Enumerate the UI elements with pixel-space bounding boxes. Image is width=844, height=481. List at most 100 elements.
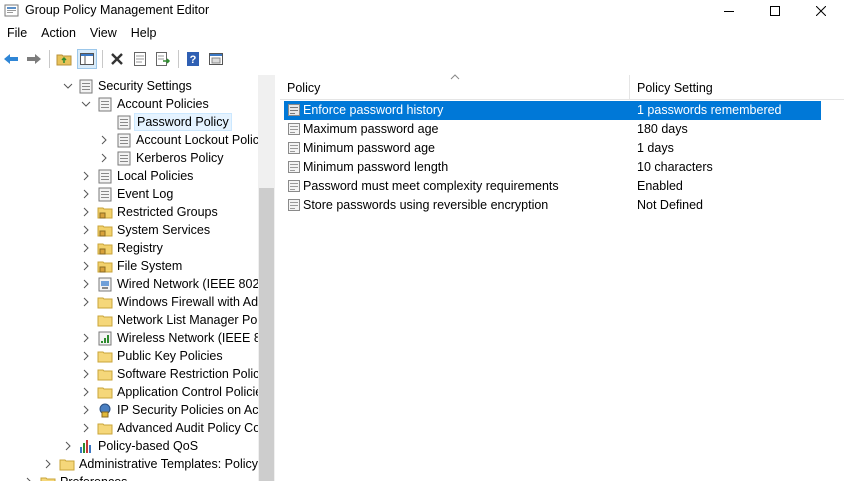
table-row[interactable]: Store passwords using reversible encrypt…	[284, 196, 821, 215]
tree-item-network-list-manager[interactable]: Network List Manager Polic	[0, 311, 258, 329]
tree-item-preferences[interactable]: Preferences	[0, 473, 258, 481]
chevron-right-icon[interactable]	[99, 135, 109, 145]
locked-folder-icon	[97, 243, 113, 255]
tree-item-wireless-network[interactable]: Wireless Network (IEEE 802	[0, 329, 258, 347]
help-icon: ?	[187, 52, 199, 66]
chevron-right-icon[interactable]	[81, 387, 91, 397]
tree-item-password-policy[interactable]: Password Policy	[0, 113, 258, 131]
properties-icon	[134, 52, 146, 66]
policy-setting-icon	[288, 199, 300, 211]
policy-setting-icon	[288, 142, 300, 154]
menu-action[interactable]: Action	[34, 23, 83, 43]
chevron-right-icon[interactable]	[81, 243, 91, 253]
tree-item-event-log[interactable]: Event Log	[0, 185, 258, 203]
properties-button[interactable]	[130, 49, 150, 69]
forward-arrow-icon	[27, 54, 41, 64]
minimize-icon	[724, 11, 734, 12]
tree-item-label: Registry	[117, 241, 163, 255]
chevron-right-icon[interactable]	[81, 351, 91, 361]
back-button[interactable]	[1, 49, 21, 69]
show-hide-tree-button[interactable]	[77, 49, 97, 69]
chevron-down-icon[interactable]	[81, 99, 91, 109]
chevron-right-icon[interactable]	[81, 297, 91, 307]
chevron-right-icon[interactable]	[81, 225, 91, 235]
tree-item-local-policies[interactable]: Local Policies	[0, 167, 258, 185]
chevron-right-icon[interactable]	[81, 189, 91, 199]
forward-button[interactable]	[24, 49, 44, 69]
tree-item-windows-firewall[interactable]: Windows Firewall with Adv	[0, 293, 258, 311]
tree-item-label: Policy-based QoS	[98, 439, 199, 453]
sort-ascending-icon	[450, 74, 460, 80]
chevron-right-icon[interactable]	[81, 261, 91, 271]
tree-item-restricted-groups[interactable]: Restricted Groups	[0, 203, 258, 221]
tree-item-label: Wired Network (IEEE 802.3)	[117, 277, 258, 291]
tree-item-application-control[interactable]: Application Control Policie	[0, 383, 258, 401]
locked-folder-icon	[97, 261, 113, 273]
policy-setting-icon	[288, 161, 300, 173]
chevron-right-icon[interactable]	[81, 171, 91, 181]
console-tree[interactable]: Security Settings Account Policies Passw…	[0, 75, 258, 481]
policy-name: Maximum password age	[303, 122, 439, 136]
table-row[interactable]: Maximum password age 180 days	[284, 120, 821, 139]
chevron-right-icon[interactable]	[99, 153, 109, 163]
menu-view[interactable]: View	[83, 23, 124, 43]
chevron-down-icon[interactable]	[63, 81, 73, 91]
toolbar-separator	[178, 50, 179, 68]
tree-item-system-services[interactable]: System Services	[0, 221, 258, 239]
table-row[interactable]: Minimum password length 10 characters	[284, 158, 821, 177]
chevron-right-icon[interactable]	[81, 207, 91, 217]
tree-item-administrative-templates[interactable]: Administrative Templates: Policy d	[0, 455, 258, 473]
policy-setting-icon	[288, 180, 300, 192]
up-one-level-button[interactable]	[54, 49, 74, 69]
chevron-right-icon[interactable]	[63, 441, 73, 451]
tree-item-registry[interactable]: Registry	[0, 239, 258, 257]
chevron-right-icon[interactable]	[81, 405, 91, 415]
chevron-right-icon[interactable]	[81, 369, 91, 379]
policy-book-icon	[98, 187, 112, 202]
policy-setting-icon	[288, 123, 300, 135]
tree-item-advanced-audit[interactable]: Advanced Audit Policy Cor	[0, 419, 258, 437]
tree-item-public-key-policies[interactable]: Public Key Policies	[0, 347, 258, 365]
tree-item-ip-security[interactable]: IP Security Policies on Acti	[0, 401, 258, 419]
tree-item-wired-network[interactable]: Wired Network (IEEE 802.3)	[0, 275, 258, 293]
tree-item-software-restriction[interactable]: Software Restriction Policie	[0, 365, 258, 383]
chevron-right-icon[interactable]	[24, 477, 34, 481]
toolbar-separator	[102, 50, 103, 68]
chevron-right-icon[interactable]	[81, 333, 91, 343]
policy-book-icon	[117, 151, 131, 166]
qos-chart-icon	[80, 440, 91, 453]
chevron-right-icon[interactable]	[81, 423, 91, 433]
column-header-policy[interactable]: Policy	[280, 74, 630, 100]
close-button[interactable]	[798, 0, 844, 22]
tree-scrollbar-thumb[interactable]	[259, 188, 274, 481]
column-header-policy-setting[interactable]: Policy Setting	[630, 75, 844, 100]
tree-item-label: Public Key Policies	[117, 349, 223, 363]
tree-item-account-lockout-policy[interactable]: Account Lockout Policy	[0, 131, 258, 149]
tree-item-policy-based-qos[interactable]: Policy-based QoS	[0, 437, 258, 455]
tree-item-label: Account Policies	[117, 97, 209, 111]
tree-item-security-settings[interactable]: Security Settings	[0, 77, 258, 95]
menu-help[interactable]: Help	[124, 23, 164, 43]
help-button[interactable]: ?	[183, 49, 203, 69]
export-list-button[interactable]	[153, 49, 173, 69]
locked-folder-icon	[97, 207, 113, 219]
table-row[interactable]: Password must meet complexity requiremen…	[284, 177, 821, 196]
export-list-icon	[156, 52, 171, 66]
folder-icon	[97, 423, 113, 435]
group-policy-app-icon	[4, 4, 19, 17]
console-view-button[interactable]	[206, 49, 226, 69]
chevron-right-icon[interactable]	[43, 459, 53, 469]
policy-name: Minimum password length	[303, 160, 449, 174]
toolbar-separator	[49, 50, 50, 68]
tree-item-kerberos-policy[interactable]: Kerberos Policy	[0, 149, 258, 167]
minimize-button[interactable]	[706, 0, 752, 22]
maximize-button[interactable]	[752, 0, 798, 22]
menu-file[interactable]: File	[0, 23, 34, 43]
chevron-right-icon[interactable]	[81, 279, 91, 289]
table-row[interactable]: Minimum password age 1 days	[284, 139, 821, 158]
delete-button[interactable]	[107, 49, 127, 69]
folder-icon	[97, 351, 113, 363]
table-row[interactable]: Enforce password history 1 passwords rem…	[284, 101, 821, 120]
tree-item-account-policies[interactable]: Account Policies	[0, 95, 258, 113]
tree-item-file-system[interactable]: File System	[0, 257, 258, 275]
